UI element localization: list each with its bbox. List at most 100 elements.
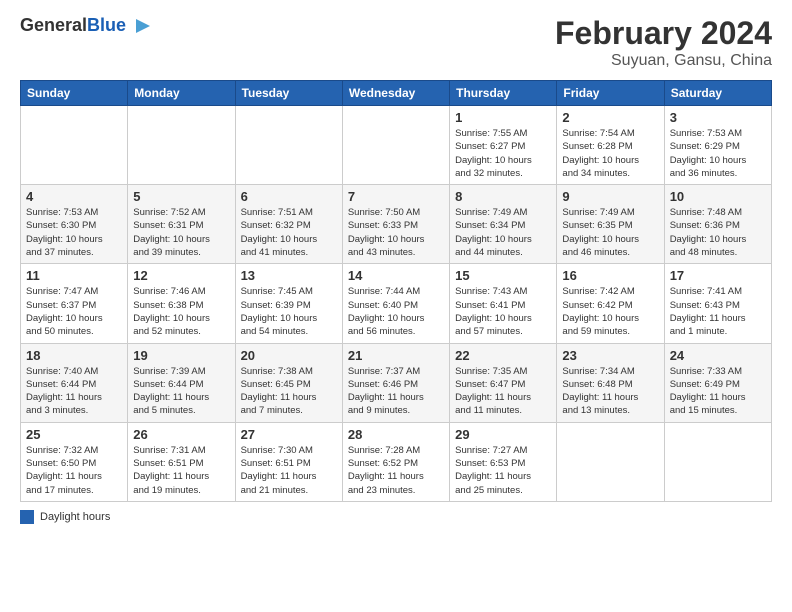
day-number: 19 [133, 348, 229, 363]
calendar-cell [664, 422, 771, 501]
calendar-cell: 10 Sunrise: 7:48 AM Sunset: 6:36 PM Dayli… [664, 185, 771, 264]
day-number: 20 [241, 348, 337, 363]
calendar-cell: 6Sunrise: 7:51 AM Sunset: 6:32 PM Daylig… [235, 185, 342, 264]
calendar-cell: 8 Sunrise: 7:49 AM Sunset: 6:34 PM Daylig… [450, 185, 557, 264]
calendar-header-row: SundayMondayTuesdayWednesdayThursdayFrid… [21, 81, 772, 106]
day-number: 25 [26, 427, 122, 442]
day-info: Sunrise: 7:49 AM Sunset: 6:34 PM Dayligh… [455, 206, 551, 259]
day-info: Sunrise: 7:45 AM Sunset: 6:39 PM Dayligh… [241, 285, 337, 338]
calendar-cell: 26Sunrise: 7:31 AM Sunset: 6:51 PM Dayli… [128, 422, 235, 501]
calendar-day-header: Monday [128, 81, 235, 106]
calendar-cell: 5Sunrise: 7:52 AM Sunset: 6:31 PM Daylig… [128, 185, 235, 264]
day-number: 18 [26, 348, 122, 363]
day-info: Sunrise: 7:30 AM Sunset: 6:51 PM Dayligh… [241, 444, 337, 497]
day-number: 10 [670, 189, 766, 204]
calendar-cell: 24Sunrise: 7:33 AM Sunset: 6:49 PM Dayli… [664, 343, 771, 422]
logo-blue: Blue [87, 15, 126, 35]
day-number: 27 [241, 427, 337, 442]
day-info: Sunrise: 7:33 AM Sunset: 6:49 PM Dayligh… [670, 365, 766, 418]
day-info: Sunrise: 7:46 AM Sunset: 6:38 PM Dayligh… [133, 285, 229, 338]
day-number: 28 [348, 427, 444, 442]
calendar-cell: 17 Sunrise: 7:41 AM Sunset: 6:43 PM Dayli… [664, 264, 771, 343]
calendar-cell: 2 Sunrise: 7:54 AM Sunset: 6:28 PM Daylig… [557, 106, 664, 185]
day-info: Sunrise: 7:41 AM Sunset: 6:43 PM Dayligh… [670, 285, 766, 338]
calendar-cell: 25 Sunrise: 7:32 AM Sunset: 6:50 PM Dayli… [21, 422, 128, 501]
calendar-day-header: Sunday [21, 81, 128, 106]
day-number: 16 [562, 268, 658, 283]
calendar-cell: 11 Sunrise: 7:47 AM Sunset: 6:37 PM Dayli… [21, 264, 128, 343]
day-info: Sunrise: 7:53 AM Sunset: 6:30 PM Dayligh… [26, 206, 122, 259]
day-info: Sunrise: 7:52 AM Sunset: 6:31 PM Dayligh… [133, 206, 229, 259]
day-info: Sunrise: 7:28 AM Sunset: 6:52 PM Dayligh… [348, 444, 444, 497]
calendar-cell: 7 Sunrise: 7:50 AM Sunset: 6:33 PM Daylig… [342, 185, 449, 264]
day-info: Sunrise: 7:55 AM Sunset: 6:27 PM Dayligh… [455, 127, 551, 180]
calendar-week-row: 25 Sunrise: 7:32 AM Sunset: 6:50 PM Dayli… [21, 422, 772, 501]
day-number: 23 [562, 348, 658, 363]
title-block: February 2024 Suyuan, Gansu, China [555, 15, 772, 70]
day-info: Sunrise: 7:50 AM Sunset: 6:33 PM Dayligh… [348, 206, 444, 259]
calendar-day-header: Wednesday [342, 81, 449, 106]
logo-text: GeneralBlue [20, 16, 126, 36]
calendar-cell: 27 Sunrise: 7:30 AM Sunset: 6:51 PM Dayli… [235, 422, 342, 501]
day-info: Sunrise: 7:38 AM Sunset: 6:45 PM Dayligh… [241, 365, 337, 418]
calendar-cell: 21 Sunrise: 7:37 AM Sunset: 6:46 PM Dayli… [342, 343, 449, 422]
calendar-day-header: Friday [557, 81, 664, 106]
sub-title: Suyuan, Gansu, China [555, 52, 772, 70]
legend-box [20, 510, 34, 524]
calendar-cell: 4 Sunrise: 7:53 AM Sunset: 6:30 PM Daylig… [21, 185, 128, 264]
calendar-cell: 12 Sunrise: 7:46 AM Sunset: 6:38 PM Dayli… [128, 264, 235, 343]
day-info: Sunrise: 7:44 AM Sunset: 6:40 PM Dayligh… [348, 285, 444, 338]
day-info: Sunrise: 7:27 AM Sunset: 6:53 PM Dayligh… [455, 444, 551, 497]
day-info: Sunrise: 7:48 AM Sunset: 6:36 PM Dayligh… [670, 206, 766, 259]
day-number: 26 [133, 427, 229, 442]
calendar-cell: 19 Sunrise: 7:39 AM Sunset: 6:44 PM Dayli… [128, 343, 235, 422]
calendar-week-row: 4 Sunrise: 7:53 AM Sunset: 6:30 PM Daylig… [21, 185, 772, 264]
day-number: 15 [455, 268, 551, 283]
day-number: 11 [26, 268, 122, 283]
day-number: 2 [562, 110, 658, 125]
calendar-week-row: 18 Sunrise: 7:40 AM Sunset: 6:44 PM Dayli… [21, 343, 772, 422]
day-number: 12 [133, 268, 229, 283]
calendar-cell: 18 Sunrise: 7:40 AM Sunset: 6:44 PM Dayli… [21, 343, 128, 422]
day-info: Sunrise: 7:32 AM Sunset: 6:50 PM Dayligh… [26, 444, 122, 497]
day-number: 29 [455, 427, 551, 442]
calendar-cell [21, 106, 128, 185]
day-info: Sunrise: 7:54 AM Sunset: 6:28 PM Dayligh… [562, 127, 658, 180]
day-info: Sunrise: 7:47 AM Sunset: 6:37 PM Dayligh… [26, 285, 122, 338]
day-number: 13 [241, 268, 337, 283]
calendar-cell [235, 106, 342, 185]
calendar-cell: 14 Sunrise: 7:44 AM Sunset: 6:40 PM Dayli… [342, 264, 449, 343]
day-number: 8 [455, 189, 551, 204]
calendar-cell: 20 Sunrise: 7:38 AM Sunset: 6:45 PM Dayli… [235, 343, 342, 422]
day-info: Sunrise: 7:49 AM Sunset: 6:35 PM Dayligh… [562, 206, 658, 259]
calendar-cell: 3Sunrise: 7:53 AM Sunset: 6:29 PM Daylig… [664, 106, 771, 185]
calendar-cell [557, 422, 664, 501]
day-info: Sunrise: 7:51 AM Sunset: 6:32 PM Dayligh… [241, 206, 337, 259]
calendar-cell: 28 Sunrise: 7:28 AM Sunset: 6:52 PM Dayli… [342, 422, 449, 501]
day-info: Sunrise: 7:39 AM Sunset: 6:44 PM Dayligh… [133, 365, 229, 418]
day-info: Sunrise: 7:42 AM Sunset: 6:42 PM Dayligh… [562, 285, 658, 338]
calendar-cell [128, 106, 235, 185]
header: GeneralBlue February 2024 Suyuan, Gansu,… [20, 15, 772, 70]
day-number: 17 [670, 268, 766, 283]
day-number: 7 [348, 189, 444, 204]
day-number: 4 [26, 189, 122, 204]
calendar-table: SundayMondayTuesdayWednesdayThursdayFrid… [20, 80, 772, 502]
logo-arrow-icon [132, 15, 154, 37]
calendar-cell: 16 Sunrise: 7:42 AM Sunset: 6:42 PM Dayli… [557, 264, 664, 343]
day-info: Sunrise: 7:37 AM Sunset: 6:46 PM Dayligh… [348, 365, 444, 418]
day-number: 14 [348, 268, 444, 283]
calendar-cell: 1Sunrise: 7:55 AM Sunset: 6:27 PM Daylig… [450, 106, 557, 185]
main-title: February 2024 [555, 15, 772, 52]
day-info: Sunrise: 7:40 AM Sunset: 6:44 PM Dayligh… [26, 365, 122, 418]
calendar-cell: 22Sunrise: 7:35 AM Sunset: 6:47 PM Dayli… [450, 343, 557, 422]
day-number: 21 [348, 348, 444, 363]
calendar-cell: 9Sunrise: 7:49 AM Sunset: 6:35 PM Daylig… [557, 185, 664, 264]
calendar-week-row: 1Sunrise: 7:55 AM Sunset: 6:27 PM Daylig… [21, 106, 772, 185]
logo-general: General [20, 15, 87, 35]
calendar-cell: 23Sunrise: 7:34 AM Sunset: 6:48 PM Dayli… [557, 343, 664, 422]
day-number: 22 [455, 348, 551, 363]
legend: Daylight hours [20, 510, 772, 524]
calendar-cell [342, 106, 449, 185]
legend-label: Daylight hours [40, 511, 110, 523]
